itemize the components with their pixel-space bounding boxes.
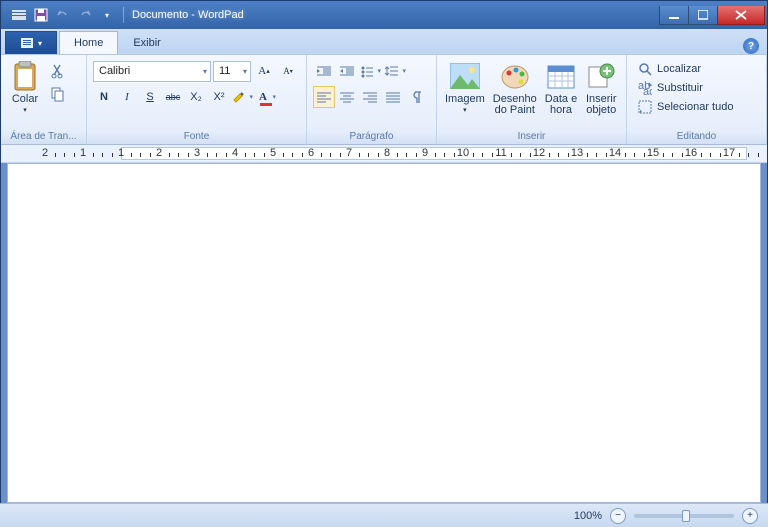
window-title: Documento - WordPad [132,9,660,21]
insert-image-button[interactable]: Imagem▾ [441,58,489,124]
tab-home[interactable]: Home [59,31,118,54]
superscript-button[interactable]: X² [208,86,230,108]
select-all-icon [637,99,653,115]
strike-button[interactable]: abc [162,86,184,108]
decrease-indent-button[interactable] [313,60,335,82]
find-button[interactable]: Localizar [635,60,703,78]
align-justify-button[interactable] [382,86,404,108]
align-center-button[interactable] [336,86,358,108]
zoom-slider[interactable] [634,514,734,518]
minimize-button[interactable] [659,6,689,25]
ruler-number: 11 [495,147,506,159]
ruler-number: 3 [194,147,200,159]
insert-object-button[interactable]: Inserir objeto [581,58,621,124]
save-icon[interactable] [30,6,52,24]
quick-access-toolbar: ▾ [3,1,123,29]
picture-icon [449,60,481,92]
group-label-paragraph: Parágrafo [311,129,432,144]
file-menu-button[interactable]: ▾ [5,31,57,54]
highlight-button[interactable] [231,86,255,108]
ruler-number: 2 [42,147,48,159]
underline-button[interactable]: S [139,86,161,108]
ruler-number: 16 [685,147,697,159]
shrink-font-button[interactable]: A▾ [277,60,299,82]
font-size-combo[interactable]: 11▾ [213,61,251,82]
ruler-number: 4 [232,147,238,159]
ribbon: Colar▾ Área de Tran... Calibri▾ 11▾ A▴ A… [1,55,767,145]
redo-icon[interactable] [74,6,96,24]
ruler-number: 8 [384,147,390,159]
ruler-number: 17 [723,147,735,159]
bold-button[interactable]: N [93,86,115,108]
increase-indent-button[interactable] [336,60,358,82]
cut-icon[interactable] [47,60,69,82]
italic-button[interactable]: I [116,86,138,108]
ruler-number: 1 [118,147,124,159]
undo-icon[interactable] [52,6,74,24]
insert-date-button[interactable]: Data e hora [541,58,581,124]
group-label-insert: Inserir [441,129,622,144]
document-area[interactable] [7,163,761,503]
group-label-font: Fonte [91,129,302,144]
paragraph-dialog-button[interactable] [405,86,427,108]
line-spacing-button[interactable] [384,60,408,82]
grow-font-button[interactable]: A▴ [253,60,275,82]
group-label-clipboard: Área de Tran... [5,129,82,144]
replace-button[interactable]: abacSubstituir [635,79,705,97]
insert-paint-button[interactable]: Desenho do Paint [489,58,541,124]
clipboard-icon [9,60,41,92]
ruler-number: 13 [571,147,583,159]
zoom-out-button[interactable]: − [610,508,626,524]
qat-dropdown-icon[interactable]: ▾ [96,6,118,24]
calendar-icon [545,60,577,92]
qat-menu-icon[interactable] [8,6,30,24]
ruler-number: 7 [346,147,352,159]
palette-icon [499,60,531,92]
ruler-number: 9 [422,147,428,159]
align-left-button[interactable] [313,86,335,108]
maximize-button[interactable] [688,6,718,25]
font-color-button[interactable]: A [256,86,278,108]
zoom-in-button[interactable]: + [742,508,758,524]
help-icon[interactable]: ? [743,38,759,54]
replace-icon: abac [637,80,653,96]
ruler-number: 12 [533,147,545,159]
ruler-number: 6 [308,147,314,159]
ruler-number: 15 [647,147,659,159]
object-icon [585,60,617,92]
subscript-button[interactable]: X₂ [185,86,207,108]
ribbon-tabs: ▾ Home Exibir ? [1,29,767,55]
title-bar: ▾ Documento - WordPad [1,1,767,29]
close-button[interactable] [717,6,765,25]
paste-button[interactable]: Colar▾ [5,58,45,124]
font-family-combo[interactable]: Calibri▾ [93,61,211,82]
ruler[interactable]: 211234567891011121314151617 [1,145,767,163]
ruler-number: 14 [609,147,621,159]
group-label-editing: Editando [631,129,762,144]
find-icon [637,61,653,77]
ruler-number: 2 [156,147,162,159]
zoom-level: 100% [574,510,602,522]
ruler-number: 10 [457,147,469,159]
svg-text:ac: ac [643,86,652,95]
select-all-button[interactable]: Selecionar tudo [635,98,735,116]
tab-view[interactable]: Exibir [118,31,176,54]
status-bar: 100% − + [0,503,768,527]
ruler-number: 5 [270,147,276,159]
ruler-number: 1 [80,147,86,159]
align-right-button[interactable] [359,86,381,108]
bullets-button[interactable] [359,60,383,82]
copy-icon[interactable] [47,83,69,105]
